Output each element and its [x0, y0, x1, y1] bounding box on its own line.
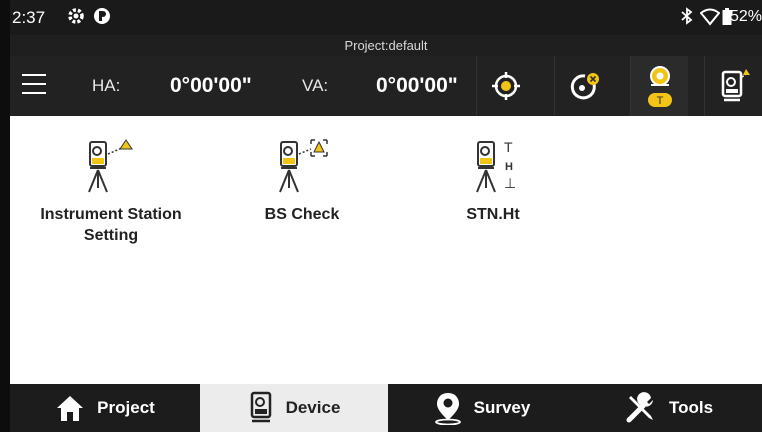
- device-icon: [248, 391, 274, 425]
- bs-check-icon: [279, 139, 328, 193]
- tile-stn-ht[interactable]: T H ⊥ STN.Ht: [436, 136, 550, 225]
- nav-device[interactable]: Device: [200, 384, 388, 432]
- va-label: VA:: [302, 76, 329, 95]
- gear-icon: [66, 6, 86, 31]
- ha-label: HA:: [92, 76, 121, 95]
- instrument-button[interactable]: [704, 56, 762, 116]
- face-t-icon: T: [647, 66, 672, 107]
- bluetooth-icon: [678, 6, 696, 31]
- face-t-button[interactable]: T: [630, 56, 688, 116]
- home-icon: [55, 394, 85, 422]
- status-time: 2:37: [12, 8, 46, 27]
- height-letter-h: H: [505, 161, 513, 173]
- nav-project[interactable]: Project: [10, 384, 200, 432]
- target-button[interactable]: [476, 56, 534, 116]
- toolbar: HA: 0°00'00" VA: 0°00'00" T: [10, 56, 762, 116]
- tile-label: BS Check: [264, 206, 340, 223]
- project-label: Project:default: [10, 35, 762, 56]
- device-content: Instrument Station Setting BS Check T H …: [10, 116, 762, 384]
- tile-label: STN.Ht: [466, 206, 520, 223]
- nav-tools[interactable]: Tools: [576, 384, 762, 432]
- va-value: 0°00'00": [376, 74, 458, 97]
- menu-icon[interactable]: [22, 74, 48, 98]
- instrument-icon: [721, 69, 750, 102]
- prism-button[interactable]: [554, 56, 612, 116]
- map-pin-icon: [434, 391, 462, 425]
- tile-bs-check[interactable]: BS Check: [232, 136, 372, 225]
- battery-percent: 52%: [729, 8, 762, 25]
- face-t-badge: T: [656, 95, 663, 107]
- wifi-icon: [699, 8, 721, 31]
- nav-label: Survey: [473, 398, 531, 417]
- tile-instrument-station-setting[interactable]: Instrument Station Setting: [28, 136, 194, 246]
- tile-label: Instrument Station Setting: [40, 206, 182, 244]
- status-bar: 2:37 52%: [10, 0, 762, 35]
- height-letter-t: T: [504, 139, 513, 155]
- bottom-nav: Project Device Survey Tools: [10, 384, 762, 432]
- nav-survey[interactable]: Survey: [388, 384, 576, 432]
- height-letter-base: ⊥: [504, 176, 516, 192]
- nav-label: Project: [97, 398, 155, 417]
- notification-icon: [92, 6, 112, 31]
- ha-value: 0°00'00": [170, 74, 252, 97]
- prism-icon: [570, 73, 599, 100]
- nav-label: Device: [285, 398, 341, 417]
- instrument-station-icon: [88, 139, 133, 193]
- tools-icon: [625, 392, 657, 424]
- station-height-icon: T H ⊥: [476, 139, 516, 193]
- target-icon: [491, 72, 520, 100]
- nav-label: Tools: [668, 398, 714, 417]
